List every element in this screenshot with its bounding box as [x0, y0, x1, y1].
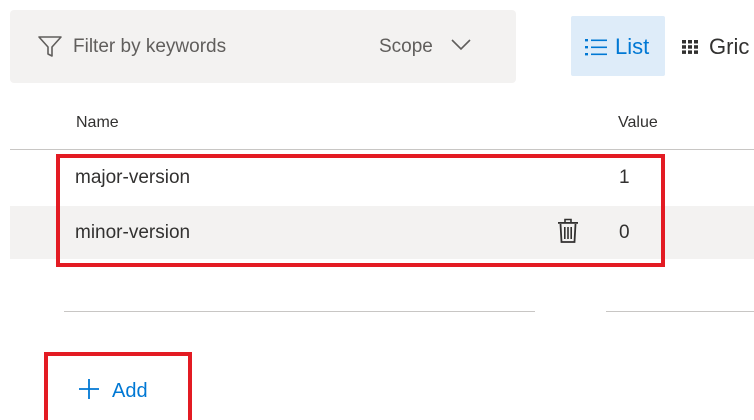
list-view-label: List — [615, 34, 650, 59]
row-name-cell: minor-version — [75, 222, 191, 243]
column-header-value[interactable]: Value — [618, 114, 658, 132]
new-row-value-underline[interactable] — [606, 311, 754, 312]
grid-view-label: Gric — [709, 34, 750, 59]
row-name-cell: major-version — [75, 167, 191, 188]
row-value-cell: 1 — [619, 167, 630, 188]
add-button[interactable]: Add — [70, 372, 180, 412]
trash-icon[interactable] — [557, 218, 579, 244]
grid-icon — [682, 40, 698, 54]
filter-icon — [38, 36, 62, 57]
new-row-name-underline[interactable] — [64, 311, 535, 312]
table-row[interactable]: minor-version 0 — [10, 206, 754, 259]
plus-icon — [79, 379, 99, 399]
table-row[interactable]: major-version 1 — [10, 151, 754, 204]
list-icon — [585, 39, 607, 56]
filter-search-box[interactable]: Filter by keywords Scope — [10, 10, 516, 83]
scope-dropdown-label[interactable]: Scope — [379, 36, 433, 58]
chevron-down-icon[interactable] — [450, 38, 472, 52]
column-header-name[interactable]: Name — [76, 114, 119, 132]
row-value-cell: 0 — [619, 222, 630, 243]
add-button-label: Add — [112, 380, 148, 402]
header-divider — [10, 149, 754, 150]
list-view-button[interactable]: List — [571, 16, 665, 76]
filter-input-placeholder[interactable]: Filter by keywords — [73, 36, 226, 58]
